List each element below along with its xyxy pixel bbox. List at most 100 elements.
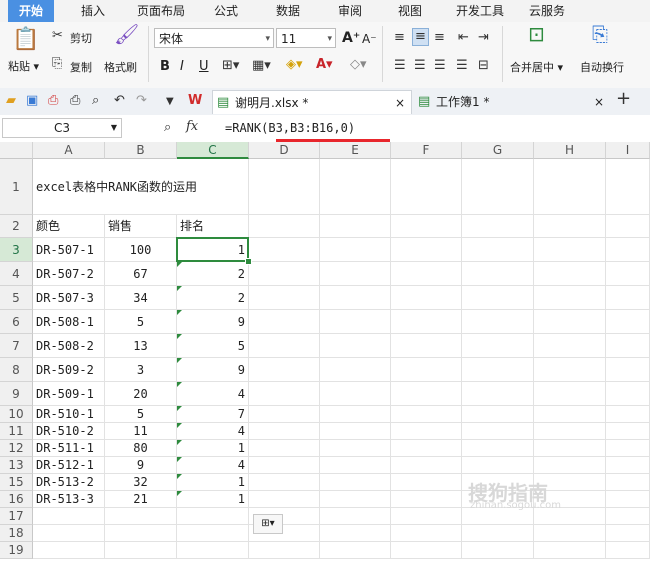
grid-cell[interactable]	[391, 491, 462, 508]
row-header[interactable]: 7	[0, 334, 33, 358]
row-header[interactable]: 5	[0, 286, 33, 310]
tab-formulas[interactable]: 公式	[206, 0, 246, 22]
grid-cell[interactable]	[391, 542, 462, 559]
align-middle-icon[interactable]: ≡	[412, 28, 429, 46]
column-header[interactable]: H	[534, 142, 606, 159]
grid-cell[interactable]	[462, 406, 534, 423]
rank-cell[interactable]: 1	[177, 474, 249, 491]
align-right-icon[interactable]: ☰	[434, 58, 446, 74]
indent-increase-icon[interactable]: ⇥	[478, 30, 489, 46]
grid-cell[interactable]	[391, 238, 462, 262]
grid-cell[interactable]	[177, 525, 249, 542]
grid-cell[interactable]	[320, 159, 391, 215]
row-header[interactable]: 19	[0, 542, 33, 559]
grid-cell[interactable]	[249, 491, 320, 508]
grid-cell[interactable]	[249, 159, 320, 215]
underline-button[interactable]: U	[199, 59, 209, 74]
copy-button[interactable]: 复制	[70, 59, 92, 75]
zoom-icon[interactable]: ⌕	[164, 120, 171, 136]
grid-cell[interactable]	[462, 542, 534, 559]
grid-cell[interactable]	[606, 334, 650, 358]
grid-cell[interactable]	[249, 238, 320, 262]
grid-cell[interactable]	[320, 542, 391, 559]
wrap-icon[interactable]: ⎘	[592, 24, 608, 44]
sales-cell[interactable]: 11	[105, 423, 177, 440]
grid-cell[interactable]	[320, 474, 391, 491]
paste-button[interactable]: 粘贴 ▾	[8, 58, 39, 74]
rank-cell[interactable]: 9	[177, 358, 249, 382]
grid-cell[interactable]	[462, 310, 534, 334]
tab-review[interactable]: 审阅	[330, 0, 370, 22]
grid-cell[interactable]	[249, 406, 320, 423]
row-header[interactable]: 18	[0, 525, 33, 542]
undo-icon[interactable]: ↶	[114, 93, 125, 109]
grid-cell[interactable]	[534, 159, 606, 215]
color-cell[interactable]: DR-509-1	[33, 382, 105, 406]
grid-cell[interactable]	[105, 542, 177, 559]
grid-cell[interactable]	[320, 508, 391, 525]
bold-button[interactable]: B	[160, 59, 170, 74]
fill-color-icon[interactable]: ◈▾	[286, 57, 303, 73]
grid-cell[interactable]	[606, 457, 650, 474]
grid-cell[interactable]	[320, 334, 391, 358]
grid-cell[interactable]	[462, 334, 534, 358]
grid-cell[interactable]	[462, 525, 534, 542]
row-header[interactable]: 17	[0, 508, 33, 525]
grid-cell[interactable]	[177, 542, 249, 559]
new-tab-button[interactable]: +	[616, 90, 631, 108]
grid-cell[interactable]	[462, 382, 534, 406]
rank-cell[interactable]: 1	[177, 238, 249, 262]
grid-cell[interactable]	[391, 406, 462, 423]
column-header[interactable]: F	[391, 142, 462, 159]
tab-insert[interactable]: 插入	[70, 0, 116, 22]
rank-cell[interactable]: 5	[177, 334, 249, 358]
rank-cell[interactable]: 2	[177, 286, 249, 310]
font-size-select[interactable]: 11 ▾	[276, 28, 336, 48]
italic-button[interactable]: I	[180, 59, 184, 74]
rank-cell[interactable]: 7	[177, 406, 249, 423]
row-header[interactable]: 4	[0, 262, 33, 286]
grid-cell[interactable]	[391, 382, 462, 406]
column-header[interactable]: A	[33, 142, 105, 159]
font-name-select[interactable]: 宋体 ▾	[154, 28, 274, 48]
print-preview-icon[interactable]: ⌕	[92, 93, 99, 109]
row-header[interactable]: 11	[0, 423, 33, 440]
customize-dropdown-icon[interactable]: ▼	[166, 94, 174, 110]
grid-cell[interactable]	[391, 423, 462, 440]
row-header[interactable]: 13	[0, 457, 33, 474]
grid-cell[interactable]	[534, 406, 606, 423]
grid-cell[interactable]	[320, 457, 391, 474]
grid-cell[interactable]	[606, 286, 650, 310]
grid-cell[interactable]	[606, 440, 650, 457]
grid-cell[interactable]	[606, 542, 650, 559]
save-icon[interactable]: ▣	[26, 93, 38, 109]
close-icon[interactable]: ×	[395, 91, 405, 115]
grid-cell[interactable]	[391, 334, 462, 358]
column-header[interactable]: D	[249, 142, 320, 159]
grid-cell[interactable]	[462, 215, 534, 238]
wps-logo-icon[interactable]: W	[188, 93, 202, 109]
row-header[interactable]: 1	[0, 159, 33, 215]
grid-cell[interactable]	[391, 440, 462, 457]
grid-cell[interactable]	[320, 406, 391, 423]
rank-cell[interactable]: 1	[177, 440, 249, 457]
grid-cell[interactable]	[249, 286, 320, 310]
column-header[interactable]: G	[462, 142, 534, 159]
row-header[interactable]: 10	[0, 406, 33, 423]
column-header[interactable]: C	[177, 142, 249, 159]
grid-cell[interactable]	[320, 525, 391, 542]
grid-cell[interactable]	[320, 310, 391, 334]
grid-cell[interactable]	[534, 542, 606, 559]
grid-cell[interactable]	[606, 358, 650, 382]
rank-cell[interactable]: 2	[177, 262, 249, 286]
grid-cell[interactable]	[606, 508, 650, 525]
grid-cell[interactable]	[606, 491, 650, 508]
font-color-icon[interactable]: A▾	[316, 57, 333, 73]
header-color[interactable]: 颜色	[33, 215, 105, 238]
grid-cell[interactable]	[391, 286, 462, 310]
color-cell[interactable]: DR-512-1	[33, 457, 105, 474]
grow-font-button[interactable]: A⁺	[342, 30, 360, 46]
grid-cell[interactable]	[606, 262, 650, 286]
grid-cell[interactable]	[606, 310, 650, 334]
paste-options-button[interactable]: ⊞▾	[253, 514, 283, 534]
